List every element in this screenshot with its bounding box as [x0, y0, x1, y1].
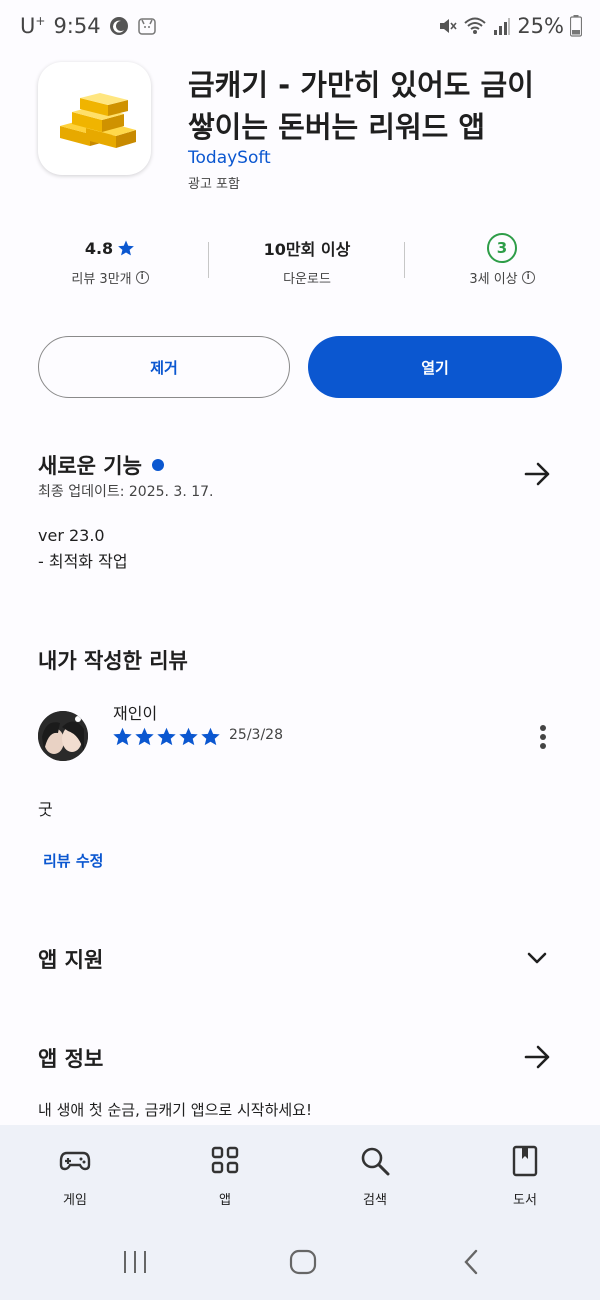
- star-icon: [118, 240, 135, 256]
- downloads-stat: 10만회 이상 다운로드: [217, 228, 397, 287]
- status-bar: U+ 9:54 25%: [0, 0, 600, 56]
- my-review-title: 내가 작성한 리뷰: [38, 649, 188, 673]
- divider: [208, 242, 209, 278]
- clock: 9:54: [53, 14, 101, 38]
- review-text: 굿: [38, 800, 53, 819]
- chevron-down-icon[interactable]: [522, 943, 552, 973]
- reviewer-name: 재인이: [113, 704, 158, 723]
- open-button[interactable]: 열기: [308, 336, 562, 398]
- app-icon: [38, 62, 151, 175]
- whats-new-title: 새로운 기능: [38, 454, 142, 478]
- battery-percent: 25%: [517, 14, 564, 38]
- downloads-value: 10만회 이상: [263, 240, 351, 259]
- info-icon: i: [521, 271, 535, 284]
- nav-item-search[interactable]: 검색: [320, 1145, 430, 1208]
- star-icon: [157, 727, 176, 746]
- more-options-icon[interactable]: [533, 722, 553, 752]
- home-icon[interactable]: [288, 1248, 318, 1276]
- downloads-label: 다운로드: [283, 272, 331, 287]
- nav-label-games: 게임: [63, 1193, 87, 1208]
- cat-notification-icon: [137, 18, 156, 35]
- battery-icon: [570, 15, 582, 37]
- review-date: 25/3/28: [229, 727, 283, 743]
- back-icon[interactable]: [460, 1248, 484, 1276]
- search-icon: [361, 1147, 390, 1176]
- uninstall-button[interactable]: 제거: [38, 336, 290, 398]
- system-navigation-bar: [0, 1233, 600, 1300]
- nav-item-books[interactable]: 도서: [470, 1145, 580, 1208]
- star-icon: [201, 727, 220, 746]
- gamepad-icon: [59, 1151, 91, 1171]
- gold-bars-icon: [59, 92, 136, 148]
- wifi-icon: [464, 17, 486, 34]
- avatar: [38, 711, 88, 761]
- last-updated: 최종 업데이트: 2025. 3. 17.: [38, 484, 214, 500]
- arrow-right-icon[interactable]: [522, 1042, 552, 1072]
- edit-review-button[interactable]: 리뷰 수정: [43, 850, 103, 871]
- age-rating-stat[interactable]: 3 3세 이상 i: [412, 228, 592, 287]
- review-stars: [112, 726, 221, 747]
- app-info-title[interactable]: 앱 정보: [38, 1043, 103, 1073]
- stats-row: 4.8 리뷰 3만개 i 10만회 이상 다운로드 3 3세 이상 i: [0, 228, 600, 298]
- star-icon: [113, 727, 132, 746]
- do-not-disturb-icon: [109, 17, 128, 35]
- bottom-navigation: 게임 앱 검색 도서: [0, 1125, 600, 1233]
- whats-new-header[interactable]: 새로운 기능: [38, 450, 164, 480]
- version-text: ver 23.0: [38, 526, 105, 545]
- nav-label-books: 도서: [513, 1193, 537, 1208]
- age-rating-label: 3세 이상: [469, 272, 518, 287]
- signal-icon: [494, 18, 511, 35]
- arrow-right-icon[interactable]: [522, 459, 552, 489]
- app-support-title[interactable]: 앱 지원: [38, 944, 103, 974]
- review-count: 리뷰 3만개: [71, 272, 132, 287]
- recent-apps-icon[interactable]: [120, 1249, 150, 1275]
- apps-grid-icon: [211, 1146, 239, 1174]
- rating-value: 4.8: [84, 238, 114, 258]
- info-icon: i: [135, 271, 149, 284]
- nav-item-apps[interactable]: 앱: [170, 1145, 280, 1208]
- book-icon: [512, 1145, 538, 1177]
- nav-label-apps: 앱: [219, 1193, 231, 1208]
- divider: [404, 242, 405, 278]
- new-indicator-dot: [151, 459, 164, 471]
- app-title: 금캐기 - 가만히 있어도 금이 쌓이는 돈버는 리워드 앱: [188, 68, 534, 144]
- app-description: 내 생애 첫 순금, 금캐기 앱으로 시작하세요!: [38, 1101, 312, 1119]
- nav-label-search: 검색: [363, 1193, 387, 1208]
- update-note: - 최적화 작업: [38, 552, 128, 571]
- developer-link[interactable]: TodaySoft: [188, 148, 271, 168]
- mute-icon: [440, 19, 457, 33]
- nav-item-games[interactable]: 게임: [20, 1145, 130, 1208]
- star-icon: [135, 727, 154, 746]
- contains-ads-label: 광고 포함: [188, 177, 240, 192]
- rating-stat[interactable]: 4.8 리뷰 3만개 i: [20, 228, 200, 287]
- carrier-label: U+: [20, 14, 46, 38]
- age-rating-badge: 3: [487, 233, 517, 263]
- star-icon: [179, 727, 198, 746]
